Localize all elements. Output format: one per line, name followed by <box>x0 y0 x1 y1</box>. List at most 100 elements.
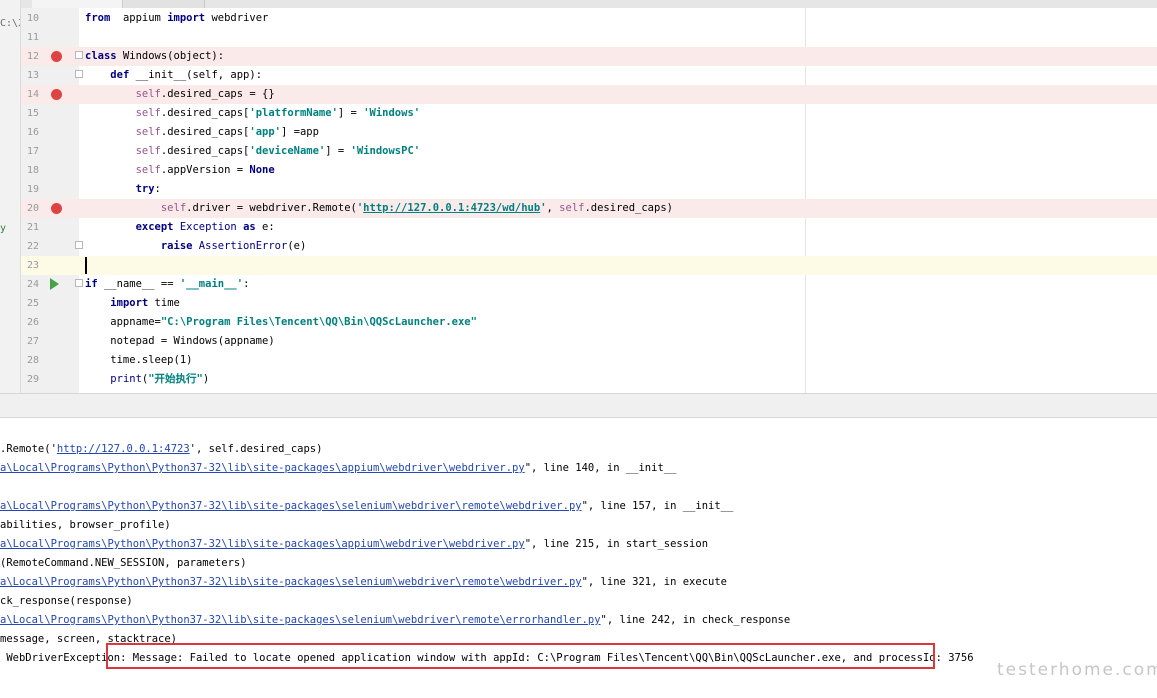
editor-tab-strip <box>0 0 1157 8</box>
code-line[interactable]: 18 self.appVersion = None <box>21 161 1157 180</box>
code-line[interactable]: 24 if __name__ == '__main__': <box>21 275 1157 294</box>
console-text: abilities, browser_profile) <box>0 519 171 531</box>
line-number[interactable]: 28 <box>21 351 39 370</box>
console-line: .Remote('http://127.0.0.1:4723', self.de… <box>0 440 322 459</box>
code-text: try: <box>135 183 161 195</box>
line-number[interactable]: 24 <box>21 275 39 294</box>
code-text: self.desired_caps['platformName'] = 'Win… <box>135 107 421 119</box>
line-number[interactable]: 29 <box>21 370 39 389</box>
code-line[interactable]: 19 try: <box>21 180 1157 199</box>
line-number[interactable]: 18 <box>21 161 39 180</box>
console-text: ", line 242, in check_response <box>600 614 791 626</box>
line-number[interactable]: 10 <box>21 9 39 28</box>
code-editor[interactable]: 10 from appium import webdriver 11 12 class … <box>0 8 1157 393</box>
console-line: (RemoteCommand.NEW_SESSION, parameters) <box>0 554 247 573</box>
traceback-file-link[interactable]: a\Local\Programs\Python\Python37-32\lib\… <box>0 614 601 626</box>
console-text: .Remote(' <box>0 443 57 455</box>
code-text: self.desired_caps['deviceName'] = 'Windo… <box>135 145 421 157</box>
line-number[interactable]: 13 <box>21 66 39 85</box>
traceback-file-link[interactable]: a\Local\Programs\Python\Python37-32\lib\… <box>0 462 525 474</box>
line-number[interactable]: 25 <box>21 294 39 313</box>
code-text: from appium import webdriver <box>85 12 269 24</box>
code-line[interactable]: 12 class Windows(object): <box>21 47 1157 66</box>
traceback-file-link[interactable]: http://127.0.0.1:4723 <box>57 443 190 455</box>
code-text: time.sleep(1) <box>85 354 193 366</box>
code-line[interactable]: 11 <box>21 28 1157 47</box>
project-file-fragment: y <box>0 223 7 234</box>
code-text: self.desired_caps = {} <box>135 88 275 100</box>
code-text: raise AssertionError(e) <box>160 240 307 252</box>
line-number[interactable]: 19 <box>21 180 39 199</box>
code-text: self.driver = webdriver.Remote('http://1… <box>160 202 673 214</box>
fold-toggle-icon[interactable] <box>75 279 83 287</box>
watermark: testerhome.com <box>997 660 1157 680</box>
fold-toggle-icon[interactable] <box>75 51 83 59</box>
code-text: if __name__ == '__main__': <box>85 278 250 290</box>
code-text: def __init__(self, app): <box>110 69 263 81</box>
breakpoint-icon[interactable] <box>51 51 62 62</box>
code-text: appname="C:\Program Files\Tencent\QQ\Bin… <box>85 316 477 328</box>
text-caret <box>85 256 87 274</box>
line-number[interactable]: 22 <box>21 237 39 256</box>
code-line[interactable]: 10 from appium import webdriver <box>21 9 1157 28</box>
console-text: ", line 321, in execute <box>581 576 727 588</box>
traceback-file-link[interactable]: a\Local\Programs\Python\Python37-32\lib\… <box>0 538 525 550</box>
editor-tab[interactable] <box>124 0 205 8</box>
panel-splitter[interactable] <box>0 393 1157 418</box>
line-number[interactable]: 15 <box>21 104 39 123</box>
code-text: self.desired_caps['app'] =app <box>135 126 319 138</box>
line-number[interactable]: 11 <box>21 28 39 47</box>
error-highlight-box <box>106 643 935 669</box>
code-text: notepad = Windows(appname) <box>85 335 275 347</box>
code-line[interactable]: 17 self.desired_caps['deviceName'] = 'Wi… <box>21 142 1157 161</box>
line-number[interactable]: 16 <box>21 123 39 142</box>
console-text: ", line 140, in __init__ <box>524 462 677 474</box>
line-number[interactable]: 12 <box>21 47 39 66</box>
code-text <box>85 256 87 275</box>
fold-toggle-icon[interactable] <box>75 241 83 249</box>
code-line[interactable]: 28 time.sleep(1) <box>21 351 1157 370</box>
project-panel-edge: C:\之 y <box>0 0 21 410</box>
console-text: ck_response(response) <box>0 595 133 607</box>
code-line[interactable]: 14 self.desired_caps = {} <box>21 85 1157 104</box>
editor-tab-active[interactable] <box>32 0 123 8</box>
console-line: a\Local\Programs\Python\Python37-32\lib\… <box>0 611 790 630</box>
code-line[interactable]: 25 import time <box>21 294 1157 313</box>
line-number[interactable]: 26 <box>21 313 39 332</box>
console-text: (RemoteCommand.NEW_SESSION, parameters) <box>0 557 247 569</box>
code-text: except Exception as e: <box>135 221 275 233</box>
fold-toggle-icon[interactable] <box>75 70 83 78</box>
console-line: ck_response(response) <box>0 592 133 611</box>
code-line[interactable]: 20 self.driver = webdriver.Remote('http:… <box>21 199 1157 218</box>
line-number[interactable]: 21 <box>21 218 39 237</box>
code-line[interactable]: 29 print("开始执行") <box>21 370 1157 389</box>
code-line[interactable]: 26 appname="C:\Program Files\Tencent\QQ\… <box>21 313 1157 332</box>
console-line: a\Local\Programs\Python\Python37-32\lib\… <box>0 459 676 478</box>
code-text: self.appVersion = None <box>135 164 275 176</box>
code-text: print("开始执行") <box>110 373 210 385</box>
code-line[interactable]: 23 <box>21 256 1157 275</box>
console-text: ", line 215, in start_session <box>524 538 709 550</box>
traceback-file-link[interactable]: a\Local\Programs\Python\Python37-32\lib\… <box>0 500 582 512</box>
line-number[interactable]: 17 <box>21 142 39 161</box>
breakpoint-icon[interactable] <box>51 89 62 100</box>
code-line[interactable]: 27 notepad = Windows(appname) <box>21 332 1157 351</box>
code-text: import time <box>110 297 180 309</box>
traceback-file-link[interactable]: a\Local\Programs\Python\Python37-32\lib\… <box>0 576 582 588</box>
line-number[interactable]: 20 <box>21 199 39 218</box>
console-line: a\Local\Programs\Python\Python37-32\lib\… <box>0 497 733 516</box>
code-line[interactable]: 21 except Exception as e: <box>21 218 1157 237</box>
project-path-fragment: C:\之 <box>0 18 20 29</box>
breakpoint-icon[interactable] <box>51 203 62 214</box>
code-line[interactable]: 15 self.desired_caps['platformName'] = '… <box>21 104 1157 123</box>
line-number[interactable]: 14 <box>21 85 39 104</box>
code-line[interactable]: 13 def __init__(self, app): <box>21 66 1157 85</box>
code-line[interactable]: 16 self.desired_caps['app'] =app <box>21 123 1157 142</box>
console-line: abilities, browser_profile) <box>0 516 171 535</box>
code-line[interactable]: 22 raise AssertionError(e) <box>21 237 1157 256</box>
code-text: class Windows(object): <box>85 50 225 62</box>
run-gutter-icon[interactable] <box>50 278 59 290</box>
line-number[interactable]: 23 <box>21 256 39 275</box>
console-text: ', self.desired_caps) <box>189 443 323 455</box>
line-number[interactable]: 27 <box>21 332 39 351</box>
